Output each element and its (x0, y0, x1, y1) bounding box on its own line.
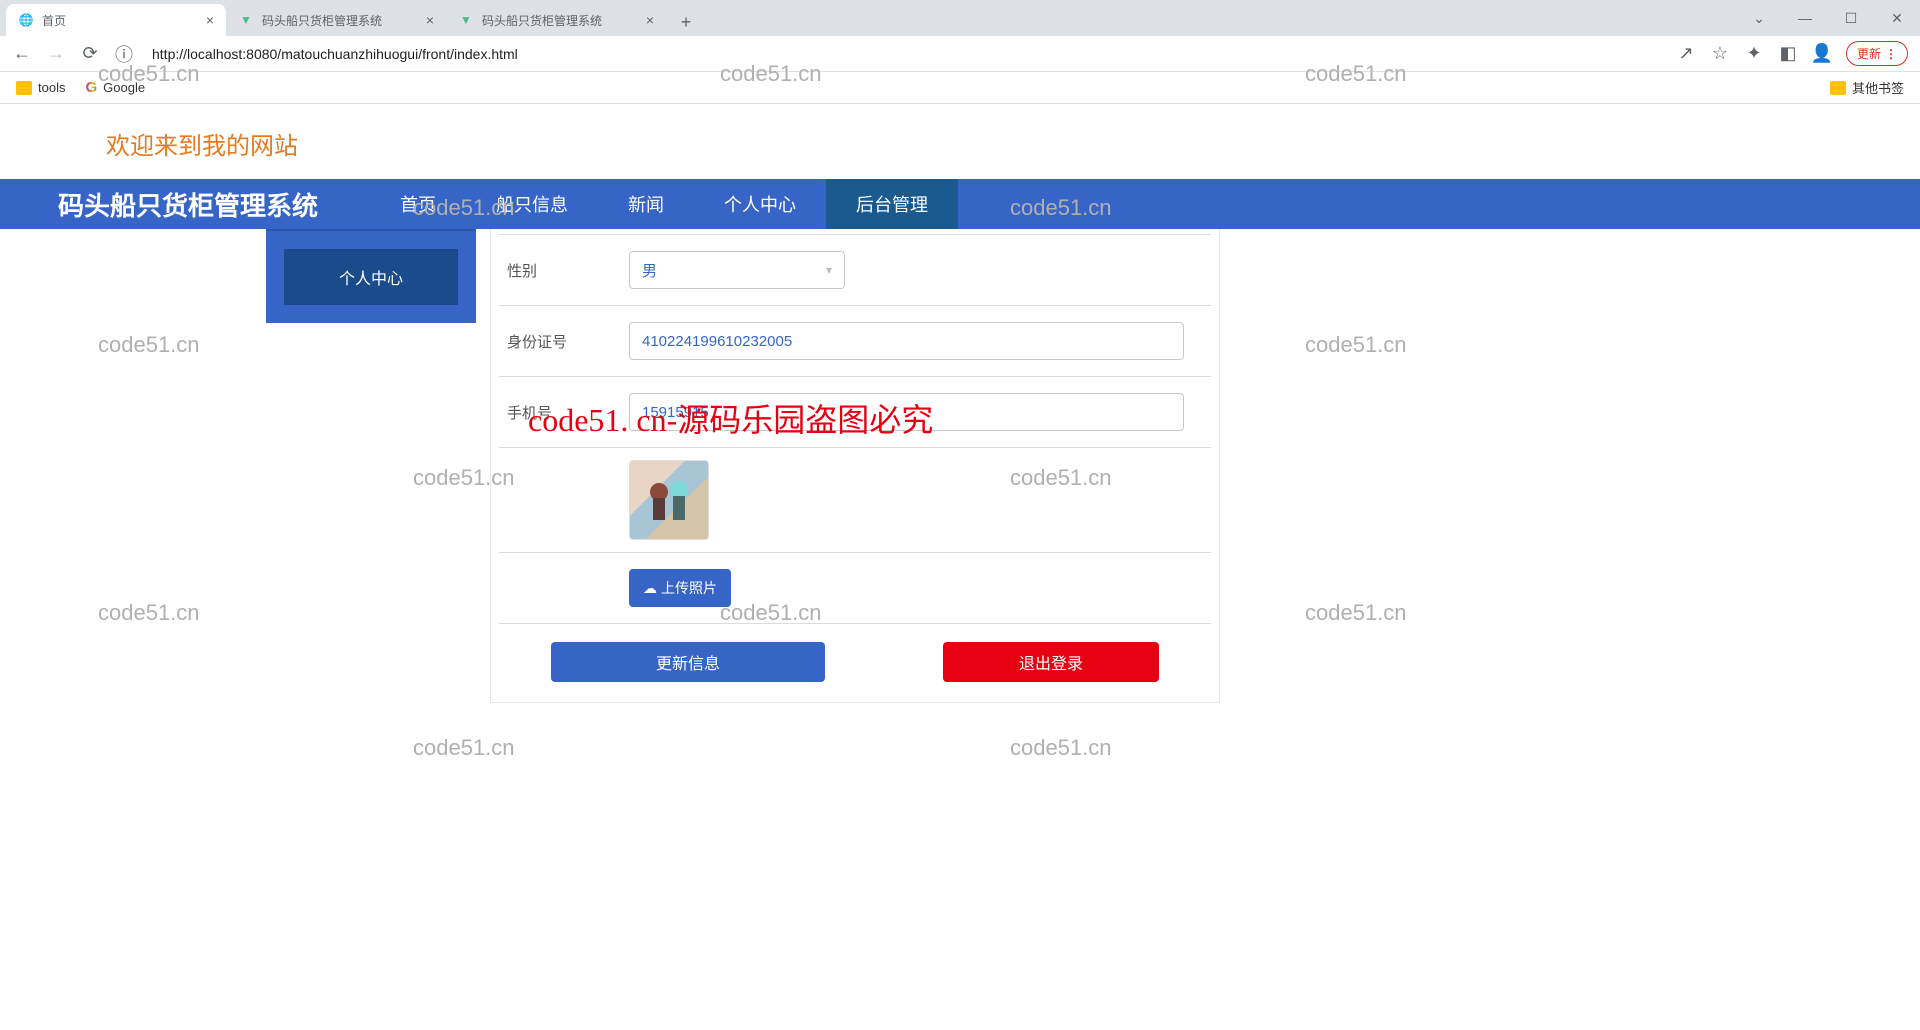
folder-icon (16, 81, 32, 95)
bookmark-label: tools (38, 80, 65, 95)
sidebar: 个人中心 (266, 229, 476, 323)
gender-label: 性别 (499, 260, 629, 281)
extensions-icon[interactable]: ✦ (1744, 44, 1764, 64)
action-row: 更新信息 退出登录 (491, 624, 1219, 682)
bookmark-google[interactable]: G Google (85, 79, 145, 96)
google-icon: G (85, 79, 97, 96)
tab-title: 码头船只货柜管理系统 (262, 12, 382, 29)
upload-label: 上传照片 (661, 578, 717, 598)
idcard-label: 身份证号 (499, 331, 629, 352)
back-button[interactable]: ← (12, 44, 32, 64)
welcome-text: 欢迎来到我的网站 (0, 104, 1920, 179)
tab-3[interactable]: ▼ 码头船只货柜管理系统 × (446, 4, 666, 36)
close-icon[interactable]: × (426, 12, 434, 28)
sidebar-item-profile[interactable]: 个人中心 (284, 249, 458, 305)
window-controls: ⌄ — ☐ ✕ (1736, 0, 1920, 36)
sidepanel-icon[interactable]: ◧ (1778, 44, 1798, 64)
browser-tabs: 🌐 首页 × ▼ 码头船只货柜管理系统 × ▼ 码头船只货柜管理系统 × + ⌄… (0, 0, 1920, 36)
gender-value: 男 (642, 260, 657, 281)
page-content: 欢迎来到我的网站 码头船只货柜管理系统 首页 船只信息 新闻 个人中心 后台管理… (0, 104, 1920, 703)
phone-input[interactable] (629, 393, 1184, 431)
new-tab-button[interactable]: + (672, 8, 700, 36)
chevron-down-icon: ▾ (826, 263, 832, 277)
update-label: 更新 (1857, 45, 1881, 62)
gender-select[interactable]: 男 ▾ (629, 251, 845, 289)
top-nav: 码头船只货柜管理系统 首页 船只信息 新闻 个人中心 后台管理 (0, 179, 1920, 229)
tab-1[interactable]: 🌐 首页 × (6, 4, 226, 36)
forward-button[interactable]: → (46, 44, 66, 64)
nav-profile[interactable]: 个人中心 (694, 179, 826, 229)
url-input[interactable]: http://localhost:8080/matouchuanzhihuogu… (148, 46, 1662, 62)
watermark: code51.cn (413, 735, 515, 761)
nav-ship-info[interactable]: 船只信息 (466, 179, 598, 229)
idcard-input[interactable] (629, 322, 1184, 360)
minimize-button[interactable]: — (1782, 0, 1828, 36)
brand-title: 码头船只货柜管理系统 (0, 186, 370, 223)
nav-links: 首页 船只信息 新闻 个人中心 后台管理 (370, 179, 958, 229)
cloud-upload-icon: ☁ (643, 580, 657, 597)
tab-title: 码头船只货柜管理系统 (482, 12, 602, 29)
close-icon[interactable]: × (206, 12, 214, 28)
update-info-button[interactable]: 更新信息 (551, 642, 825, 682)
bookmark-tools[interactable]: tools (16, 80, 65, 95)
form-row-upload: ☁ 上传照片 (499, 553, 1211, 624)
close-icon[interactable]: × (646, 12, 654, 28)
vue-icon: ▼ (458, 12, 474, 28)
nav-admin[interactable]: 后台管理 (826, 179, 958, 229)
avatar-image-icon (639, 470, 699, 530)
globe-icon: 🌐 (18, 12, 34, 28)
close-button[interactable]: ✕ (1874, 0, 1920, 36)
update-button[interactable]: 更新 (1846, 41, 1908, 66)
form-row-idcard: 身份证号 (499, 306, 1211, 377)
content-area: 个人中心 性别 男 ▾ 身份证号 手机号 (0, 229, 1920, 703)
form-row-photo (499, 448, 1211, 553)
logout-button[interactable]: 退出登录 (943, 642, 1159, 682)
url-text: http://localhost:8080/matouchuanzhihuogu… (152, 46, 518, 62)
watermark: code51.cn (1010, 735, 1112, 761)
star-icon[interactable]: ☆ (1710, 44, 1730, 64)
nav-home[interactable]: 首页 (370, 179, 466, 229)
reload-button[interactable]: ⟳ (80, 44, 100, 64)
folder-icon (1830, 81, 1846, 95)
form-card: 性别 男 ▾ 身份证号 手机号 (490, 229, 1220, 703)
address-bar: ← → ⟳ ⓘ http://localhost:8080/matouchuan… (0, 36, 1920, 72)
vue-icon: ▼ (238, 12, 254, 28)
phone-label: 手机号 (499, 402, 629, 423)
info-icon[interactable]: ⓘ (114, 44, 134, 64)
nav-news[interactable]: 新闻 (598, 179, 694, 229)
form-row-gender: 性别 男 ▾ (499, 235, 1211, 306)
maximize-button[interactable]: ☐ (1828, 0, 1874, 36)
share-icon[interactable]: ↗ (1676, 44, 1696, 64)
bookmark-label: Google (103, 80, 145, 95)
bookmark-other[interactable]: 其他书签 (1830, 78, 1904, 97)
form-row-phone: 手机号 (499, 377, 1211, 448)
bookmark-label: 其他书签 (1852, 78, 1904, 97)
tab-title: 首页 (42, 12, 66, 29)
upload-button[interactable]: ☁ 上传照片 (629, 569, 731, 607)
avatar[interactable] (629, 460, 709, 540)
tab-2[interactable]: ▼ 码头船只货柜管理系统 × (226, 4, 446, 36)
profile-icon[interactable]: 👤 (1812, 44, 1832, 64)
chevron-down-icon[interactable]: ⌄ (1736, 0, 1782, 36)
bookmarks-bar: tools G Google 其他书签 (0, 72, 1920, 104)
